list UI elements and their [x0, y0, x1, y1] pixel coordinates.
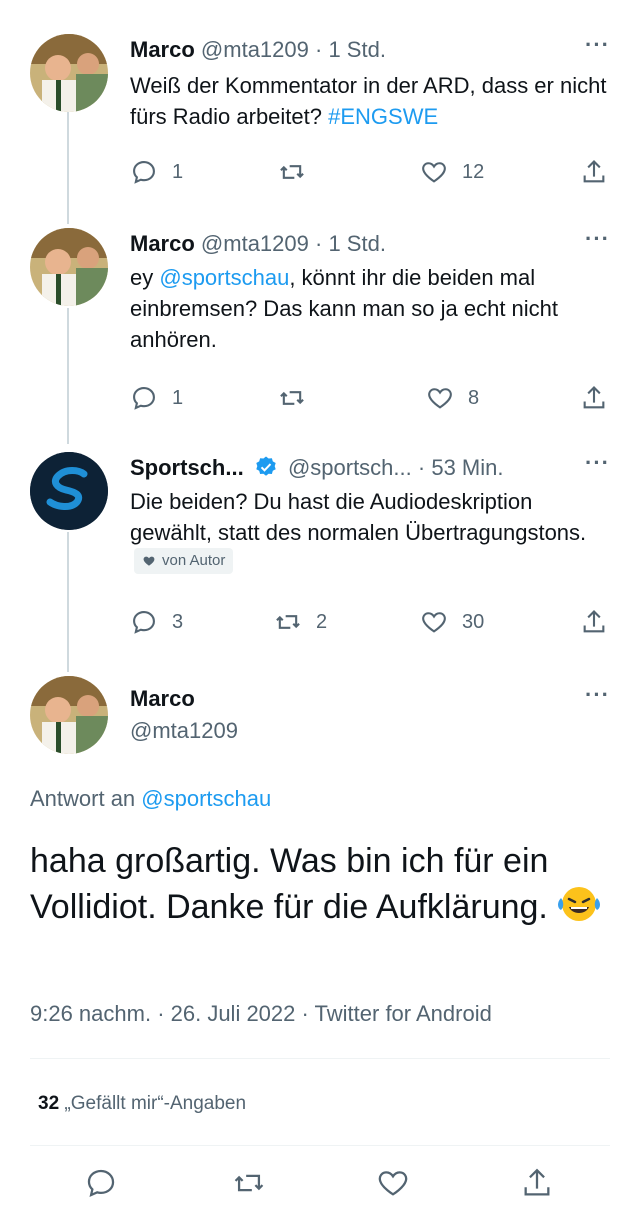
- retweet-icon: [280, 165, 304, 179]
- share-icon: [583, 160, 605, 183]
- separator: ·: [417, 455, 426, 480]
- reply-icon[interactable]: [84, 1166, 118, 1200]
- more-dots-icon[interactable]: ···: [585, 682, 610, 708]
- reply-button[interactable]: 1: [130, 152, 183, 192]
- author-handle[interactable]: @mta1209: [201, 37, 309, 62]
- laughing-tears-emoji-icon: [558, 887, 601, 921]
- retweet-button[interactable]: [278, 378, 320, 418]
- retweet-count: 2: [316, 610, 328, 633]
- likes-count: 32: [38, 1093, 60, 1114]
- reply-count: 1: [172, 386, 184, 409]
- main-tweet-text: haha großartig. Was bin ich für ein Voll…: [30, 838, 612, 930]
- tweet-header: Marco @mta1209 · 1 Std.: [130, 34, 610, 66]
- tweet[interactable]: Sportsch... @sportsch... · 53 Min. ··· D…: [0, 450, 640, 647]
- separator: ·: [315, 37, 323, 62]
- tweet-text-part: Die beiden? Du hast die Audiodeskription…: [130, 489, 587, 545]
- mention-link[interactable]: @sportschau: [159, 265, 289, 290]
- share-icon: [583, 386, 605, 409]
- author-name[interactable]: Marco: [130, 37, 195, 62]
- author-name[interactable]: Marco: [130, 231, 195, 256]
- divider: [30, 1145, 610, 1146]
- avatar[interactable]: [30, 452, 108, 530]
- likes-summary[interactable]: 32 „Gefällt mir“-Angaben: [38, 1090, 246, 1118]
- retweet-icon[interactable]: [232, 1166, 266, 1200]
- more-dots-icon[interactable]: ···: [585, 450, 610, 476]
- author-handle[interactable]: @sportsch...: [288, 455, 412, 480]
- reply-icon: [133, 387, 155, 410]
- reply-button[interactable]: 1: [130, 378, 183, 418]
- tweet-time[interactable]: 53 Min.: [431, 455, 503, 480]
- share-button[interactable]: [580, 378, 608, 418]
- verified-icon: [256, 456, 276, 476]
- tweet-text: ey @sportschau, könnt ihr die beiden mal…: [130, 262, 612, 355]
- heart-filled-icon: [143, 556, 155, 566]
- reply-prefix: Antwort an: [30, 786, 142, 811]
- more-dots-icon[interactable]: ···: [585, 226, 610, 252]
- retweet-button[interactable]: 2: [274, 602, 327, 642]
- like-count: 12: [462, 160, 485, 183]
- retweet-icon: [276, 615, 300, 629]
- reply-count: 1: [172, 160, 184, 183]
- heart-icon: [422, 612, 446, 633]
- reply-icon: [133, 161, 155, 184]
- more-dots-icon[interactable]: ···: [585, 32, 610, 58]
- heart-icon[interactable]: [376, 1166, 410, 1200]
- retweet-icon: [280, 391, 304, 405]
- tweet[interactable]: Marco @mta1209 · 1 Std. ··· Weiß der Kom…: [0, 32, 640, 204]
- main-author-handle[interactable]: @mta1209: [130, 717, 238, 745]
- share-icon[interactable]: [520, 1166, 554, 1200]
- avatar[interactable]: [30, 676, 108, 754]
- like-count: 30: [462, 610, 485, 633]
- avatar[interactable]: [30, 34, 108, 112]
- author-handle[interactable]: @mta1209: [201, 231, 309, 256]
- author-name[interactable]: Sportsch...: [130, 455, 244, 480]
- tweet-actions: 1 8: [130, 378, 610, 418]
- tweet-text: Die beiden? Du hast die Audiodeskription…: [130, 486, 612, 579]
- hashtag-link[interactable]: #ENGSWE: [328, 104, 438, 129]
- reply-mention-link[interactable]: @sportschau: [141, 786, 271, 811]
- tweet-text-part: ey: [130, 265, 160, 290]
- heart-icon: [422, 162, 446, 183]
- reply-to-line: Antwort an @sportschau: [30, 785, 271, 813]
- reply-icon: [133, 611, 155, 634]
- tweet-timestamp[interactable]: 9:26 nachm. · 26. Juli 2022 · Twitter fo…: [30, 998, 492, 1030]
- tweet[interactable]: Marco @mta1209 · 1 Std. ··· ey @sportsch…: [0, 226, 640, 423]
- share-button[interactable]: [580, 602, 608, 642]
- share-icon: [583, 610, 605, 633]
- tweet-time[interactable]: 1 Std.: [328, 37, 385, 62]
- retweet-button[interactable]: [278, 152, 320, 192]
- avatar[interactable]: [30, 228, 108, 306]
- tweet-time[interactable]: 1 Std.: [328, 231, 385, 256]
- like-button[interactable]: 12: [420, 152, 484, 192]
- like-button[interactable]: 8: [426, 378, 479, 418]
- tweet-actions: 1 12: [130, 152, 610, 192]
- heart-icon: [428, 388, 452, 409]
- separator: ·: [315, 231, 323, 256]
- likes-label: „Gefällt mir“-Angaben: [64, 1093, 247, 1114]
- main-tweet-text-content: haha großartig. Was bin ich für ein Voll…: [30, 842, 549, 926]
- tweet-header: Marco @mta1209 · 1 Std.: [130, 228, 610, 260]
- tweet-header: Sportsch... @sportsch... · 53 Min.: [130, 452, 610, 484]
- reply-button[interactable]: 3: [130, 602, 183, 642]
- tweet-actions: 3 2 30: [130, 602, 610, 642]
- badge-label: von Autor: [162, 552, 226, 569]
- divider: [30, 1058, 610, 1059]
- like-button[interactable]: 30: [420, 602, 484, 642]
- like-count: 8: [468, 386, 480, 409]
- reply-count: 3: [172, 610, 184, 633]
- share-button[interactable]: [580, 152, 608, 192]
- author-liked-badge: von Autor: [134, 548, 234, 574]
- main-author-name[interactable]: Marco: [130, 685, 195, 713]
- main-tweet-actions: [0, 1166, 640, 1206]
- tweet-text: Weiß der Kommentator in der ARD, dass er…: [130, 70, 612, 132]
